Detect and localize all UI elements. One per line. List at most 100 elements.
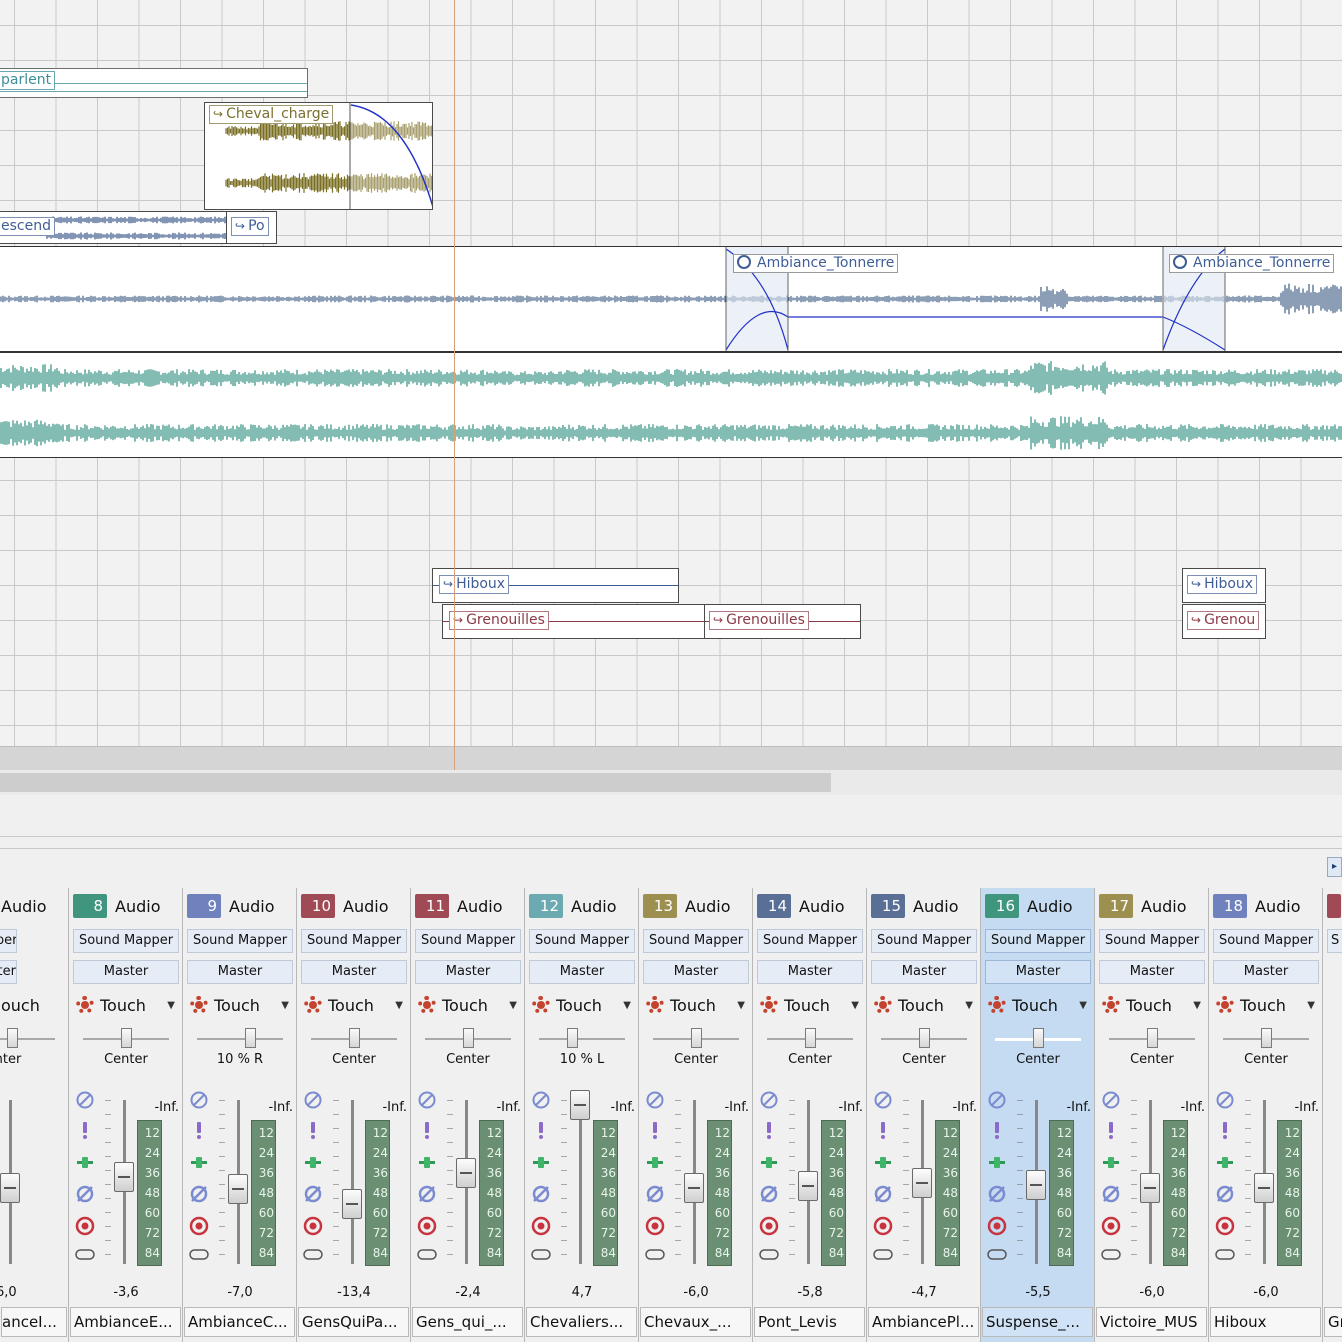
mixer-strip[interactable]: 17 Audio Sound Mapper Master Touch ▼ Center -… — [1094, 888, 1208, 1342]
pan-knob[interactable] — [1033, 1028, 1044, 1048]
bus-select[interactable]: Master — [757, 960, 863, 984]
fx-icon[interactable] — [759, 1152, 779, 1172]
automation-mode-select[interactable]: ouch ▼ — [0, 992, 61, 1018]
solo-icon[interactable] — [645, 1120, 665, 1140]
mixer-menu-button[interactable]: ▸ — [1327, 857, 1342, 877]
output-device-select[interactable]: Sound Mapper — [985, 929, 1091, 953]
pan-knob[interactable] — [805, 1028, 816, 1048]
timeline-area[interactable]: parlent ↪ Cheval_charge escend ↪ Po Ambi… — [0, 0, 1342, 770]
volume-fader-track[interactable] — [351, 1100, 354, 1264]
track-header[interactable]: 8 Audio — [73, 894, 160, 918]
automation-mode-select[interactable]: Touch ▼ — [757, 992, 863, 1018]
track-header[interactable]: 9 Audio — [187, 894, 274, 918]
track-ambiance-tonnerre[interactable]: Ambiance_Tonnerre Ambiance_Tonnerre — [0, 246, 1342, 352]
volume-fader-knob[interactable] — [228, 1174, 248, 1204]
solo-icon[interactable] — [303, 1120, 323, 1140]
monitor-icon[interactable] — [645, 1244, 665, 1264]
monitor-icon[interactable] — [1101, 1244, 1121, 1264]
mixer-strip[interactable]: 10 Audio Sound Mapper Master Touch ▼ Center -… — [296, 888, 410, 1342]
phase-icon[interactable] — [189, 1184, 209, 1204]
phase-icon[interactable] — [531, 1184, 551, 1204]
mixer-strip[interactable]: 18 Audio Sound Mapper Master Touch ▼ Center -… — [1208, 888, 1322, 1342]
output-device-select[interactable]: S — [1327, 929, 1342, 953]
track-name[interactable]: Chevaux_... — [640, 1307, 751, 1337]
volume-fader-knob[interactable] — [912, 1168, 932, 1198]
clip-escend[interactable]: escend — [0, 211, 228, 244]
pan-knob[interactable] — [919, 1028, 930, 1048]
track-name[interactable]: AmbianceC... — [184, 1307, 295, 1337]
pan-knob[interactable] — [691, 1028, 702, 1048]
mute-icon[interactable] — [873, 1090, 893, 1110]
monitor-icon[interactable] — [303, 1244, 323, 1264]
bus-select[interactable]: Master — [985, 960, 1091, 984]
output-device-select[interactable]: d Mapper — [0, 929, 17, 953]
track-name[interactable]: Hiboux — [1210, 1307, 1321, 1337]
output-device-select[interactable]: Sound Mapper — [1099, 929, 1205, 953]
volume-fader-knob[interactable] — [1254, 1172, 1274, 1203]
record-arm-icon[interactable] — [759, 1216, 779, 1236]
track-header[interactable]: Audio — [1, 894, 46, 918]
clip-hiboux-2[interactable]: ↪ Hiboux — [1182, 568, 1266, 603]
automation-mode-select[interactable]: Touch ▼ — [1213, 992, 1319, 1018]
record-arm-icon[interactable] — [1101, 1216, 1121, 1236]
fx-icon[interactable] — [189, 1152, 209, 1172]
track-name[interactable]: Pont_Levis — [754, 1307, 865, 1337]
mixer-strip[interactable]: 14 Audio Sound Mapper Master Touch ▼ Center -… — [752, 888, 866, 1342]
automation-mode-select[interactable]: Touch ▼ — [529, 992, 635, 1018]
bus-select[interactable]: Master — [1213, 960, 1319, 984]
automation-mode-select[interactable]: Touch ▼ — [415, 992, 521, 1018]
mixer-strip[interactable]: 15 Audio Sound Mapper Master Touch ▼ Center -… — [866, 888, 980, 1342]
monitor-icon[interactable] — [987, 1244, 1007, 1264]
volume-fader-knob[interactable] — [684, 1172, 704, 1203]
pan-knob[interactable] — [1261, 1028, 1272, 1048]
volume-fader-knob[interactable] — [342, 1189, 362, 1219]
record-arm-icon[interactable] — [75, 1216, 95, 1236]
fx-icon[interactable] — [1215, 1152, 1235, 1172]
bus-select[interactable]: Master — [1099, 960, 1205, 984]
track-header[interactable]: 15 Audio — [871, 894, 958, 918]
phase-icon[interactable] — [1215, 1184, 1235, 1204]
track-header[interactable]: 10 Audio — [301, 894, 388, 918]
clip-parlent[interactable]: parlent — [0, 68, 308, 98]
bus-select[interactable]: Master — [73, 960, 179, 984]
output-device-select[interactable]: Sound Mapper — [757, 929, 863, 953]
phase-icon[interactable] — [987, 1184, 1007, 1204]
mixer-strip[interactable]: 9 Audio Sound Mapper Master Touch ▼ 10 % R -I… — [182, 888, 296, 1342]
monitor-icon[interactable] — [759, 1244, 779, 1264]
output-device-select[interactable]: Sound Mapper — [871, 929, 977, 953]
mute-icon[interactable] — [645, 1090, 665, 1110]
mixer-strip[interactable]: 13 Audio Sound Mapper Master Touch ▼ Center -… — [638, 888, 752, 1342]
mixer-strip[interactable]: S Gr — [1322, 888, 1342, 1342]
solo-icon[interactable] — [759, 1120, 779, 1140]
mute-icon[interactable] — [1101, 1090, 1121, 1110]
bus-select[interactable]: Master — [643, 960, 749, 984]
phase-icon[interactable] — [303, 1184, 323, 1204]
pan-knob[interactable] — [7, 1028, 18, 1048]
track-name[interactable]: AmbianceE... — [70, 1307, 181, 1337]
output-device-select[interactable]: Sound Mapper — [643, 929, 749, 953]
pan-knob[interactable] — [349, 1028, 360, 1048]
mixer-strip[interactable]: Audiod Mapperaster ouch ▼enter1224364860… — [0, 888, 68, 1342]
track-name[interactable]: GensQuiPa... — [298, 1307, 409, 1337]
playback-cursor[interactable] — [454, 0, 455, 770]
automation-mode-select[interactable]: Touch ▼ — [643, 992, 749, 1018]
fx-icon[interactable] — [987, 1152, 1007, 1172]
pan-knob[interactable] — [566, 1028, 578, 1048]
mute-icon[interactable] — [303, 1090, 323, 1110]
volume-fader-knob[interactable] — [0, 1172, 20, 1203]
volume-fader-knob[interactable] — [1026, 1169, 1046, 1200]
scrollbar-thumb[interactable] — [0, 773, 831, 792]
automation-mode-select[interactable]: Touch ▼ — [1099, 992, 1205, 1018]
phase-icon[interactable] — [417, 1184, 437, 1204]
fx-icon[interactable] — [1101, 1152, 1121, 1172]
track-name[interactable]: anceI... — [1, 1307, 67, 1337]
phase-icon[interactable] — [645, 1184, 665, 1204]
bus-select[interactable]: Master — [871, 960, 977, 984]
solo-icon[interactable] — [75, 1120, 95, 1140]
pan-knob[interactable] — [1147, 1028, 1158, 1048]
automation-mode-select[interactable]: Touch ▼ — [187, 992, 293, 1018]
fx-icon[interactable] — [531, 1152, 551, 1172]
volume-fader-knob[interactable] — [456, 1157, 476, 1188]
solo-icon[interactable] — [531, 1120, 551, 1140]
record-arm-icon[interactable] — [189, 1216, 209, 1236]
